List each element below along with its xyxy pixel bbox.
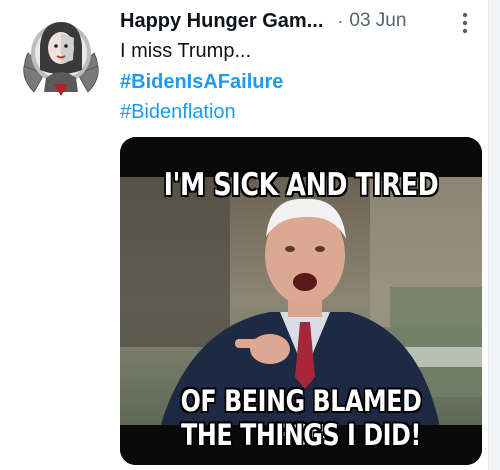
meme-caption-top: I'M SICK AND TIRED bbox=[163, 167, 439, 203]
profile-avatar[interactable] bbox=[18, 8, 104, 98]
vertical-ellipsis-icon[interactable] bbox=[452, 10, 478, 36]
tweet-card[interactable]: Happy Hunger Gam... · 03 Jun I miss Trum… bbox=[0, 0, 500, 470]
tweet-timestamp[interactable]: 03 Jun bbox=[349, 10, 406, 32]
display-name[interactable]: Happy Hunger Gam... bbox=[120, 10, 323, 33]
hashtag-link[interactable]: #Bidenflation bbox=[120, 99, 236, 125]
hashtag-link[interactable]: #BidenIsAFailure bbox=[120, 69, 283, 95]
tweet-header: Happy Hunger Gam... · 03 Jun bbox=[120, 6, 480, 36]
meme-caption-bottom: THE THINGS I DID! bbox=[181, 418, 421, 452]
tweet-media-image[interactable]: I'M SICK AND TIRED OF BEING BLAMED FOR T… bbox=[120, 137, 482, 465]
avatar-image bbox=[23, 22, 99, 96]
scrollbar-track[interactable] bbox=[488, 0, 500, 470]
tweet-text: I miss Trump... bbox=[120, 40, 252, 62]
header-separator: · bbox=[337, 10, 344, 31]
